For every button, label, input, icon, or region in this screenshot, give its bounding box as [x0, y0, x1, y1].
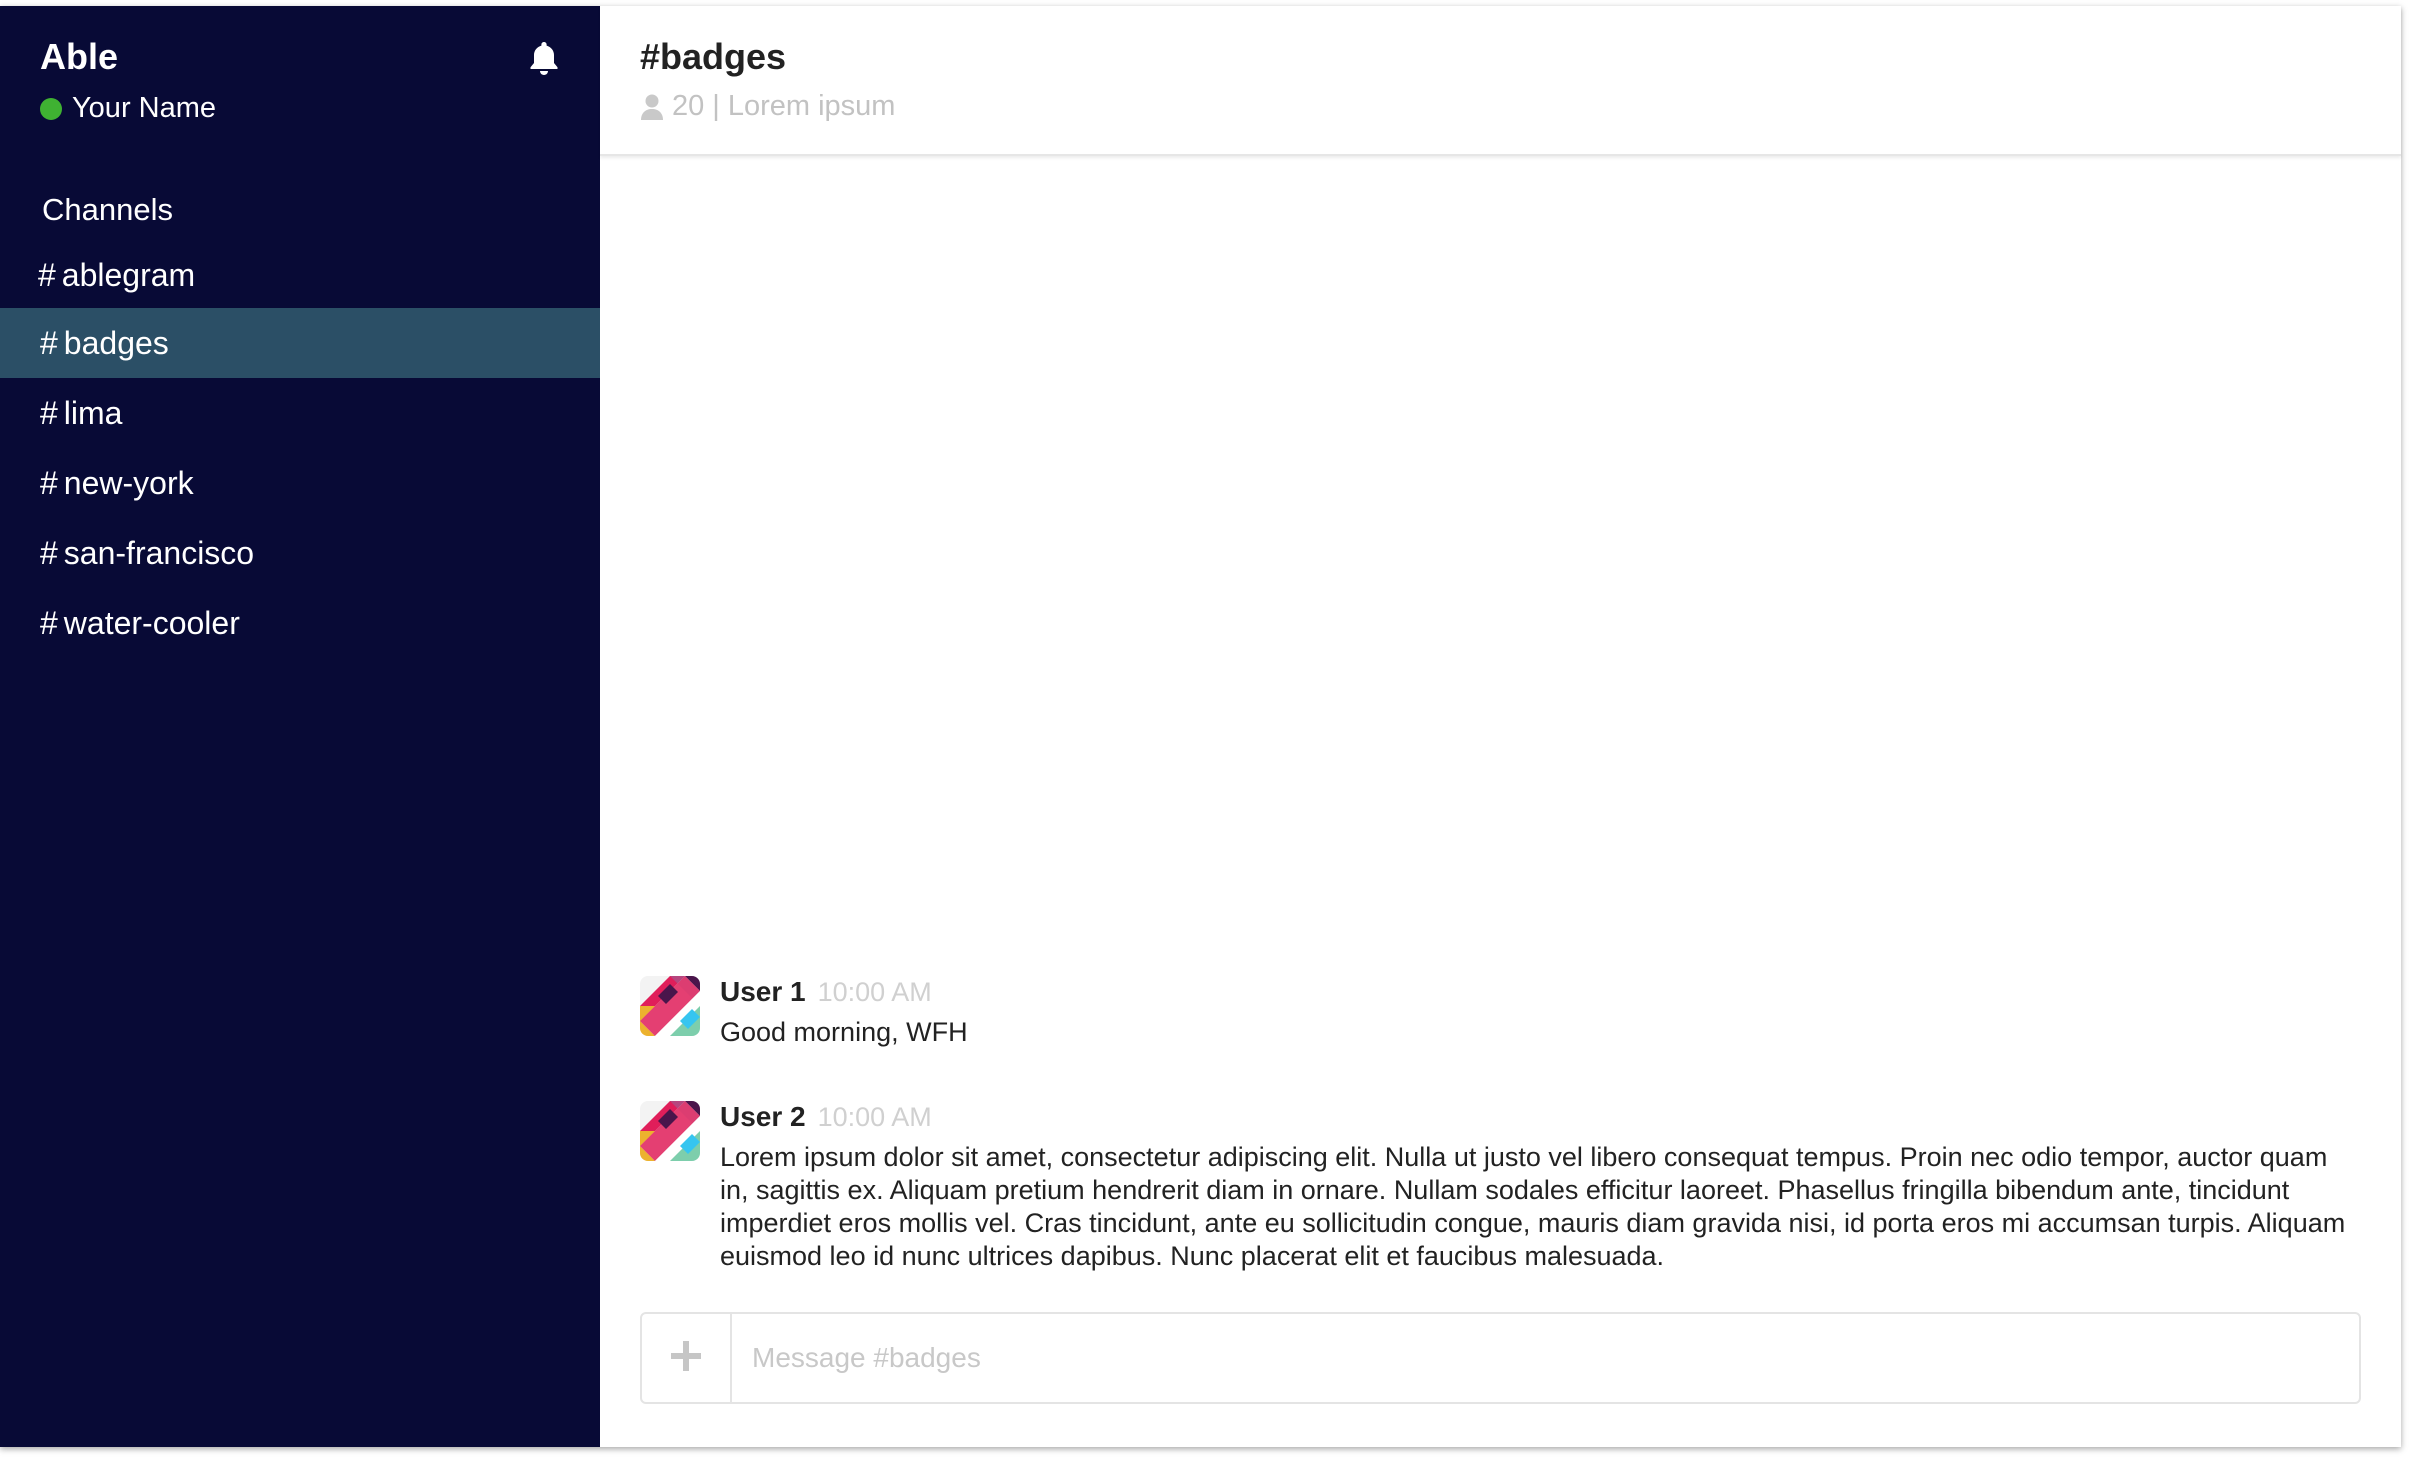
online-status-dot — [40, 97, 62, 120]
app-window: Able Your Name Channels # ablegram # bad… — [0, 6, 2401, 1447]
channel-label: san-francisco — [63, 534, 255, 571]
message-author[interactable]: User 1 — [720, 976, 806, 1008]
channel-hash: # — [40, 394, 58, 431]
channel-label: new-york — [63, 464, 194, 501]
channel-item-lima[interactable]: # lima — [0, 378, 600, 448]
message-item: User 1 10:00 AM Good morning, WFH — [640, 976, 2361, 1049]
channel-hash: # — [40, 534, 58, 571]
channels-heading[interactable]: Channels — [42, 192, 173, 228]
message-timestamp[interactable]: 10:00 AM — [818, 1102, 932, 1133]
message-text: Good morning, WFH — [720, 1017, 968, 1047]
message-text: Lorem ipsum dolor sit amet, consectetur … — [720, 1142, 2346, 1271]
plus-icon — [671, 1340, 701, 1376]
message-author[interactable]: User 2 — [720, 1101, 806, 1133]
message-timestamp[interactable]: 10:00 AM — [818, 977, 932, 1008]
member-count[interactable]: 20 — [672, 90, 704, 123]
channel-title: #badges — [640, 36, 787, 77]
channel-list: # ablegram # badges # lima # new-york # … — [0, 242, 600, 658]
channel-label: water-cooler — [63, 604, 240, 641]
avatar[interactable] — [640, 1101, 700, 1161]
avatar[interactable] — [640, 976, 700, 1036]
team-name[interactable]: Able — [40, 36, 118, 78]
sidebar: Able Your Name Channels # ablegram # bad… — [0, 6, 600, 1447]
channel-topic: Lorem ipsum — [727, 90, 896, 122]
channel-header: #badges 20 | Lorem ipsum — [600, 6, 2401, 156]
message-list: User 1 10:00 AM Good morning, WFH User 2… — [640, 976, 2361, 1325]
message-composer — [640, 1312, 2361, 1404]
user-name: Your Name — [72, 92, 217, 124]
bell-icon[interactable] — [528, 40, 560, 76]
add-attachment-button[interactable] — [642, 1314, 732, 1402]
channel-hash: # — [40, 324, 58, 361]
meta-separator: | — [712, 90, 720, 122]
channel-item-badges[interactable]: # badges — [0, 308, 600, 378]
channel-item-water-cooler[interactable]: # water-cooler — [0, 588, 600, 658]
message-input[interactable] — [732, 1314, 2359, 1402]
channel-label: lima — [63, 394, 123, 431]
chat-main: #badges 20 | Lorem ipsum User 1 10:00 AM… — [600, 6, 2401, 1447]
channel-meta: 20 | Lorem ipsum — [640, 90, 895, 123]
channel-item-new-york[interactable]: # new-york — [0, 448, 600, 518]
user-icon[interactable] — [640, 93, 664, 121]
channel-hash: # — [40, 604, 58, 641]
message-item: User 2 10:00 AM Lorem ipsum dolor sit am… — [640, 1101, 2361, 1273]
channel-label: badges — [63, 324, 169, 361]
current-user[interactable]: Your Name — [40, 92, 216, 125]
channel-item-ablegram[interactable]: # ablegram — [0, 242, 600, 308]
channel-item-san-francisco[interactable]: # san-francisco — [0, 518, 600, 588]
channel-hash: # — [40, 464, 58, 501]
channel-hash: # — [38, 256, 56, 293]
channel-label: ablegram — [61, 256, 196, 293]
